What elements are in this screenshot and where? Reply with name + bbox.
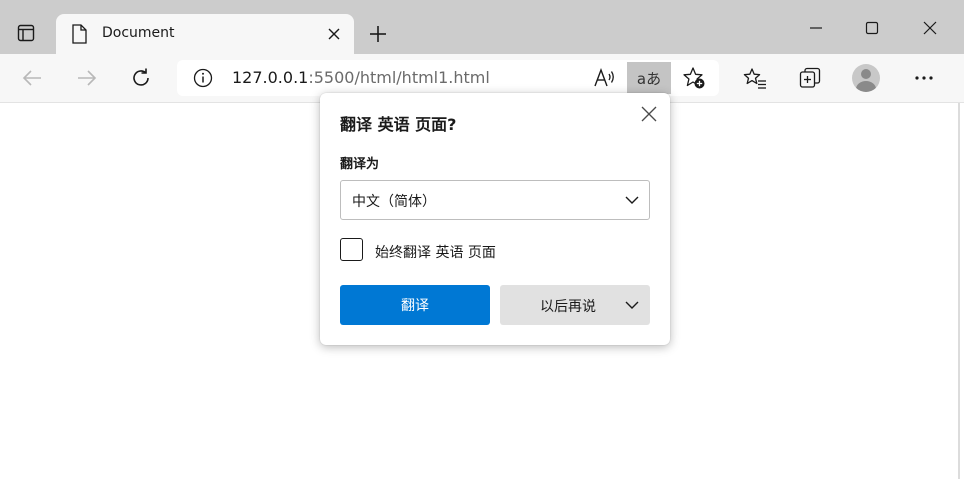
refresh-button[interactable]: [125, 62, 157, 94]
favorites-button[interactable]: [739, 62, 771, 94]
avatar: [852, 64, 880, 92]
back-arrow-icon: [22, 70, 41, 86]
translate-button-label: 翻译: [401, 298, 429, 314]
close-icon: [641, 106, 657, 122]
forward-arrow-icon: [78, 70, 97, 86]
collections-icon: [799, 67, 821, 88]
read-aloud-icon: [594, 68, 614, 87]
favorites-icon: [743, 68, 766, 89]
chevron-down-icon: [625, 196, 639, 204]
maximize-button[interactable]: [852, 10, 892, 46]
tab-strip: Document: [0, 0, 964, 54]
collections-button[interactable]: [794, 62, 826, 94]
scrollbar-edge: [958, 103, 960, 479]
tab-title: Document: [102, 25, 175, 41]
back-button[interactable]: [16, 62, 48, 94]
not-now-button[interactable]: 以后再说: [500, 285, 650, 325]
minimize-button[interactable]: [796, 10, 836, 46]
not-now-label: 以后再说: [540, 299, 596, 315]
minimize-icon: [810, 27, 822, 29]
maximize-icon: [865, 21, 879, 35]
window-close-button[interactable]: [910, 10, 950, 46]
close-icon: [923, 21, 937, 35]
browser-window: Document 127.0.0.1:5500/html/html1.html …: [0, 0, 964, 479]
always-translate-label: 始终翻译 英语 页面: [375, 245, 496, 261]
close-icon: [328, 28, 340, 40]
target-language-select[interactable]: 中文（简体）: [340, 180, 650, 220]
url-text[interactable]: 127.0.0.1:5500/html/html1.html: [232, 68, 490, 87]
translate-icon: aあ: [636, 69, 662, 88]
tab-actions-icon: [17, 24, 35, 42]
tab-close-button[interactable]: [324, 24, 344, 44]
translate-button[interactable]: 翻译: [340, 285, 490, 325]
dialog-title: 翻译 英语 页面?: [340, 115, 457, 134]
always-translate-checkbox[interactable]: [340, 238, 363, 261]
info-icon[interactable]: [193, 68, 213, 88]
read-aloud-button[interactable]: [593, 66, 617, 90]
forward-button[interactable]: [71, 62, 103, 94]
url-host: 127.0.0.1: [232, 68, 309, 87]
address-bar[interactable]: 127.0.0.1:5500/html/html1.html aあ: [177, 60, 719, 96]
tab-document[interactable]: Document: [56, 14, 354, 54]
translate-page-button[interactable]: aあ: [627, 62, 671, 94]
star-add-icon[interactable]: [682, 66, 706, 90]
settings-more-button[interactable]: [908, 62, 940, 94]
translate-dialog: 翻译 英语 页面? 翻译为 中文（简体） 始终翻译 英语 页面 翻译 以后再说: [320, 93, 670, 345]
more-icon: [915, 76, 933, 80]
profile-button[interactable]: [850, 62, 882, 94]
dialog-close-button[interactable]: [638, 103, 660, 125]
tab-actions-button[interactable]: [10, 17, 42, 49]
plus-icon: [370, 26, 386, 42]
refresh-icon: [133, 68, 149, 86]
chevron-down-icon[interactable]: [624, 297, 640, 313]
new-tab-button[interactable]: [362, 18, 394, 50]
url-path: :5500/html/html1.html: [308, 68, 490, 87]
selected-language: 中文（简体）: [352, 194, 436, 210]
document-icon: [72, 24, 87, 44]
target-language-label: 翻译为: [340, 157, 380, 172]
